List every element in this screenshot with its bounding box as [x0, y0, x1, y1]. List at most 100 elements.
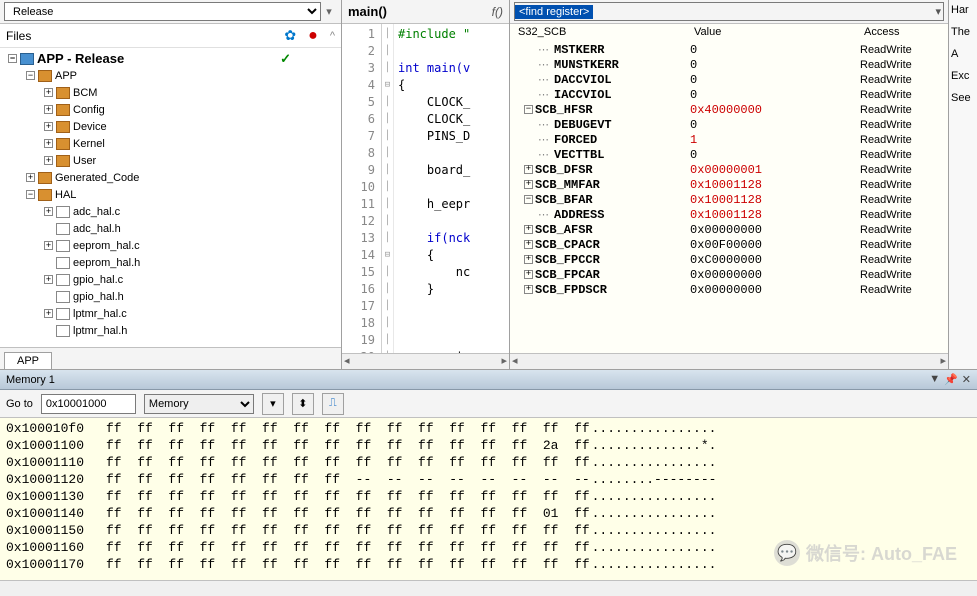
function-icon[interactable]: f(): [492, 5, 503, 19]
reg-hscroll[interactable]: ◂ ▸: [510, 353, 948, 369]
expand-icon[interactable]: +: [524, 285, 533, 294]
expand-icon[interactable]: +: [44, 156, 53, 165]
expand-icon[interactable]: −: [26, 71, 35, 80]
mem-tool1-button[interactable]: ⬍: [292, 393, 314, 415]
dropdown-icon[interactable]: ▼: [929, 373, 940, 386]
folder-icon: [56, 138, 70, 150]
fold-column[interactable]: │││⊟│││││││││⊟││││││: [382, 24, 394, 353]
record-icon[interactable]: ●: [308, 31, 318, 41]
register-row[interactable]: ⋯VECTTBL0ReadWrite: [510, 147, 948, 162]
register-row[interactable]: ⋯IACCVIOL0ReadWrite: [510, 87, 948, 102]
memory-row[interactable]: 0x100010f0ff ff ff ff ff ff ff ff ff ff …: [6, 420, 971, 437]
cfile-icon: [56, 206, 70, 218]
code-text[interactable]: #include " int main(v { CLOCK_ CLOCK_ PI…: [394, 24, 509, 353]
release-select[interactable]: Release: [4, 2, 321, 21]
register-row[interactable]: ⋯ADDRESS0x10001128ReadWrite: [510, 207, 948, 222]
tree-item[interactable]: − HAL: [0, 186, 341, 203]
tree-item[interactable]: −APP - Release✓: [0, 50, 341, 67]
chevron-up-icon[interactable]: ^: [330, 30, 335, 42]
pin-icon[interactable]: 📌: [944, 373, 958, 386]
register-row[interactable]: −SCB_BFAR0x10001128ReadWrite: [510, 192, 948, 207]
tab-app[interactable]: APP: [4, 352, 52, 369]
tree-item[interactable]: adc_hal.h: [0, 220, 341, 237]
expand-icon[interactable]: +: [44, 139, 53, 148]
mem-tool2-button[interactable]: ⎍: [322, 393, 344, 415]
expand-icon[interactable]: +: [524, 270, 533, 279]
close-icon[interactable]: ✕: [962, 373, 971, 386]
expand-icon[interactable]: +: [524, 240, 533, 249]
memory-row[interactable]: 0x10001110ff ff ff ff ff ff ff ff ff ff …: [6, 454, 971, 471]
expand-icon[interactable]: +: [524, 165, 533, 174]
register-row[interactable]: +SCB_CPACR0x00F00000ReadWrite: [510, 237, 948, 252]
memory-row[interactable]: 0x10001120ff ff ff ff ff ff ff ff -- -- …: [6, 471, 971, 488]
sidebar-text: Har: [951, 4, 975, 16]
expand-icon[interactable]: +: [44, 88, 53, 97]
gear-icon[interactable]: ✿: [284, 27, 296, 44]
register-row[interactable]: −SCB_HFSR0x40000000ReadWrite: [510, 102, 948, 117]
memory-row[interactable]: 0x10001150ff ff ff ff ff ff ff ff ff ff …: [6, 522, 971, 539]
tree-item[interactable]: eeprom_hal.h: [0, 254, 341, 271]
register-row[interactable]: +SCB_FPCAR0x00000000ReadWrite: [510, 267, 948, 282]
tree-item[interactable]: + BCM: [0, 84, 341, 101]
find-register-select[interactable]: <find register> ▾: [514, 2, 944, 21]
expand-icon[interactable]: +: [26, 173, 35, 182]
chevron-down-icon[interactable]: ▾: [321, 5, 337, 18]
tree-item[interactable]: +gpio_hal.c: [0, 271, 341, 288]
tree-item[interactable]: + Config: [0, 101, 341, 118]
tree-item[interactable]: +eeprom_hal.c: [0, 237, 341, 254]
expand-icon[interactable]: +: [44, 105, 53, 114]
expand-icon[interactable]: +: [524, 180, 533, 189]
memory-row[interactable]: 0x10001100ff ff ff ff ff ff ff ff ff ff …: [6, 437, 971, 454]
expand-icon[interactable]: −: [524, 195, 533, 204]
register-table[interactable]: S32_SCB Value Access ⋯MSTKERR0ReadWrite⋯…: [510, 24, 948, 353]
memory-row[interactable]: 0x10001130ff ff ff ff ff ff ff ff ff ff …: [6, 488, 971, 505]
register-row[interactable]: ⋯DACCVIOL0ReadWrite: [510, 72, 948, 87]
tree-item[interactable]: −APP: [0, 67, 341, 84]
expand-icon[interactable]: +: [524, 225, 533, 234]
memory-row[interactable]: 0x10001170ff ff ff ff ff ff ff ff ff ff …: [6, 556, 971, 573]
tree-item[interactable]: +lptmr_hal.c: [0, 305, 341, 322]
tree-item[interactable]: +Kernel: [0, 135, 341, 152]
register-row[interactable]: ⋯DEBUGEVT0ReadWrite: [510, 117, 948, 132]
expand-icon[interactable]: +: [44, 309, 53, 318]
expand-icon[interactable]: −: [8, 54, 17, 63]
register-row[interactable]: ⋯FORCED1ReadWrite: [510, 132, 948, 147]
mem-dropdown-button[interactable]: ▾: [262, 393, 284, 415]
expand-icon[interactable]: +: [44, 241, 53, 250]
register-row[interactable]: ⋯MSTKERR0ReadWrite: [510, 42, 948, 57]
bottom-hscroll[interactable]: [0, 580, 977, 596]
register-row[interactable]: +SCB_AFSR0x00000000ReadWrite: [510, 222, 948, 237]
expand-icon[interactable]: −: [26, 190, 35, 199]
register-row[interactable]: +SCB_DFSR0x00000001ReadWrite: [510, 162, 948, 177]
memory-content[interactable]: 0x100010f0ff ff ff ff ff ff ff ff ff ff …: [0, 418, 977, 580]
folder-icon: [56, 87, 70, 99]
tree-item[interactable]: +Device: [0, 118, 341, 135]
register-row[interactable]: +SCB_FPDSCR0x00000000ReadWrite: [510, 282, 948, 297]
register-row[interactable]: +SCB_FPCCR0xC0000000ReadWrite: [510, 252, 948, 267]
tree-label: Config: [73, 104, 105, 116]
expand-icon[interactable]: +: [524, 255, 533, 264]
expand-icon[interactable]: +: [44, 207, 53, 216]
register-row[interactable]: +SCB_MMFAR0x10001128ReadWrite: [510, 177, 948, 192]
expand-icon[interactable]: +: [44, 122, 53, 131]
tree-item[interactable]: +User: [0, 152, 341, 169]
tree-dots-icon: ⋯: [538, 58, 554, 71]
tree-item[interactable]: +adc_hal.c: [0, 203, 341, 220]
file-tree[interactable]: −APP - Release✓−APP + BCM + Config +Device+Ke…: [0, 48, 341, 347]
goto-input[interactable]: [41, 394, 136, 414]
reg-col-access: Access: [860, 24, 948, 42]
folder-icon: [56, 104, 70, 116]
expand-icon[interactable]: −: [524, 105, 533, 114]
register-row[interactable]: ⋯MUNSTKERR0ReadWrite: [510, 57, 948, 72]
expand-icon[interactable]: +: [44, 275, 53, 284]
memory-mode-select[interactable]: Memory: [144, 394, 254, 414]
memory-row[interactable]: 0x10001140ff ff ff ff ff ff ff ff ff ff …: [6, 505, 971, 522]
code-hscroll[interactable]: ◂ ▸: [342, 353, 509, 369]
tree-label: HAL: [55, 189, 76, 201]
tree-item[interactable]: +Generated_Code: [0, 169, 341, 186]
memory-row[interactable]: 0x10001160ff ff ff ff ff ff ff ff ff ff …: [6, 539, 971, 556]
tree-item[interactable]: lptmr_hal.h: [0, 322, 341, 339]
tree-item[interactable]: gpio_hal.h: [0, 288, 341, 305]
tree-label: BCM: [73, 87, 97, 99]
tree-dots-icon: ⋯: [538, 208, 554, 221]
